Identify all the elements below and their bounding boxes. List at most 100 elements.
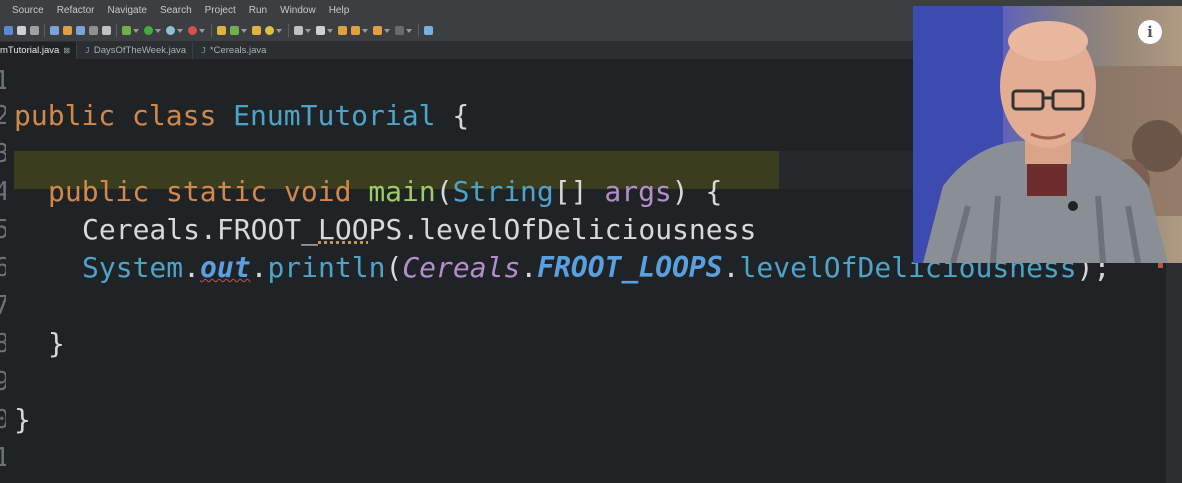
brace: {: [705, 175, 723, 208]
menu-navigate[interactable]: Navigate: [107, 5, 146, 16]
menu-window[interactable]: Window: [280, 5, 316, 16]
search-icon[interactable]: [265, 26, 274, 35]
enum-constant: FROOT_: [216, 213, 319, 246]
chevron-down-icon[interactable]: [177, 28, 183, 33]
line-number: 6: [0, 249, 6, 287]
chevron-down-icon[interactable]: [327, 28, 333, 33]
lapel-mic: [1068, 201, 1078, 211]
error-marker[interactable]: [1158, 263, 1163, 268]
line-number: 7: [0, 287, 6, 325]
line-number: 2: [0, 97, 6, 135]
toolbar-separator: [44, 24, 45, 37]
info-icon[interactable]: i: [1138, 20, 1162, 44]
menu-source[interactable]: Source: [12, 5, 44, 16]
back-icon[interactable]: [373, 26, 382, 35]
run-icon[interactable]: [144, 26, 153, 35]
debug-icon[interactable]: [122, 26, 131, 35]
method-name: main: [368, 175, 436, 208]
menu-project[interactable]: Project: [205, 5, 236, 16]
line-number: 3: [0, 135, 6, 173]
eclipse-window: Source Refactor Navigate Search Project …: [0, 0, 1182, 483]
chevron-down-icon[interactable]: [199, 28, 205, 33]
enum-constant: LOO: [318, 213, 369, 246]
chevron-down-icon[interactable]: [155, 28, 161, 33]
pin-icon[interactable]: [316, 26, 325, 35]
line-number: 9: [0, 363, 6, 401]
open-type-hierarchy-icon[interactable]: [252, 26, 261, 35]
edit-icon[interactable]: [63, 26, 72, 35]
keyword: static: [166, 175, 268, 208]
brackets: []: [553, 175, 588, 208]
tab-cereals[interactable]: J *Cereals.java: [192, 42, 272, 59]
keyword: public: [14, 99, 116, 132]
keyword: void: [284, 175, 352, 208]
method-name: println: [267, 251, 386, 284]
chevron-down-icon[interactable]: [305, 28, 311, 33]
line-number: 0: [0, 401, 6, 439]
tab-enum-tutorial[interactable]: mTutorial.java ⊠: [0, 42, 77, 59]
menu-help[interactable]: Help: [329, 5, 350, 16]
java-file-icon: J: [85, 46, 90, 55]
menu-refactor[interactable]: Refactor: [57, 5, 95, 16]
prev-annotation-icon[interactable]: [351, 26, 360, 35]
close-icon[interactable]: ⊠: [63, 46, 70, 55]
brace: }: [14, 403, 31, 436]
code-line-close-class[interactable]: }: [14, 401, 31, 439]
paren: (: [385, 251, 403, 284]
open-type-icon[interactable]: [50, 26, 59, 35]
enum-constant: FROOT_LOOPS: [537, 251, 723, 284]
format-icon[interactable]: [76, 26, 85, 35]
class-ref: System: [82, 251, 184, 284]
pilcrow-icon[interactable]: [102, 26, 111, 35]
code-line-close-method[interactable]: }: [48, 325, 65, 363]
keyword: public: [48, 175, 150, 208]
new-class-icon[interactable]: [230, 26, 239, 35]
new-package-icon[interactable]: [217, 26, 226, 35]
chevron-down-icon[interactable]: [133, 28, 139, 33]
annotation-icon[interactable]: [294, 26, 303, 35]
perspective-icon[interactable]: [424, 26, 433, 35]
new-icon[interactable]: [17, 26, 26, 35]
menu-run[interactable]: Run: [249, 5, 267, 16]
chevron-down-icon[interactable]: [241, 28, 247, 33]
keyword: class: [132, 99, 217, 132]
chevron-down-icon[interactable]: [406, 28, 412, 33]
class-ref: Cereals: [402, 251, 521, 284]
forward-icon[interactable]: [395, 26, 404, 35]
paren: ): [671, 175, 689, 208]
dot: .: [250, 251, 268, 284]
next-annotation-icon[interactable]: [338, 26, 347, 35]
type-name: String: [452, 175, 554, 208]
line-number: 1: [0, 62, 6, 100]
scalp: [1008, 21, 1088, 61]
menu-search[interactable]: Search: [160, 5, 192, 16]
block-icon[interactable]: [89, 26, 98, 35]
save-icon[interactable]: [4, 26, 13, 35]
chevron-down-icon[interactable]: [276, 28, 282, 33]
code-line-class-declaration[interactable]: public class EnumTutorial {: [14, 97, 469, 135]
toolbar-separator: [116, 24, 117, 37]
line-number: 1: [0, 439, 6, 477]
external-tools-icon[interactable]: [188, 26, 197, 35]
class-ref: Cereals: [82, 213, 201, 246]
dot: .: [722, 251, 740, 284]
paren: (: [435, 175, 453, 208]
line-number: 4: [0, 173, 6, 211]
toolbar-separator: [418, 24, 419, 37]
code-line-current[interactable]: Cereals.FROOT_LOOPS.levelOfDeliciousness: [82, 211, 756, 249]
chevron-down-icon[interactable]: [362, 28, 368, 33]
parameter-name: args: [604, 175, 672, 208]
line-number: 5: [0, 211, 6, 249]
tab-days-of-the-week[interactable]: J DaysOfTheWeek.java: [76, 42, 192, 59]
line-number: 8: [0, 325, 6, 363]
coverage-icon[interactable]: [166, 26, 175, 35]
tab-label: *Cereals.java: [209, 45, 267, 56]
tab-label: DaysOfTheWeek.java: [93, 45, 187, 56]
toolbar-separator: [211, 24, 212, 37]
code-line-main-method[interactable]: public static void main(String[] args) {: [48, 173, 722, 211]
print-icon[interactable]: [30, 26, 39, 35]
java-file-icon: J: [201, 46, 206, 55]
chevron-down-icon[interactable]: [384, 28, 390, 33]
class-name: EnumTutorial: [233, 99, 436, 132]
webcam-overlay: [913, 6, 1182, 263]
